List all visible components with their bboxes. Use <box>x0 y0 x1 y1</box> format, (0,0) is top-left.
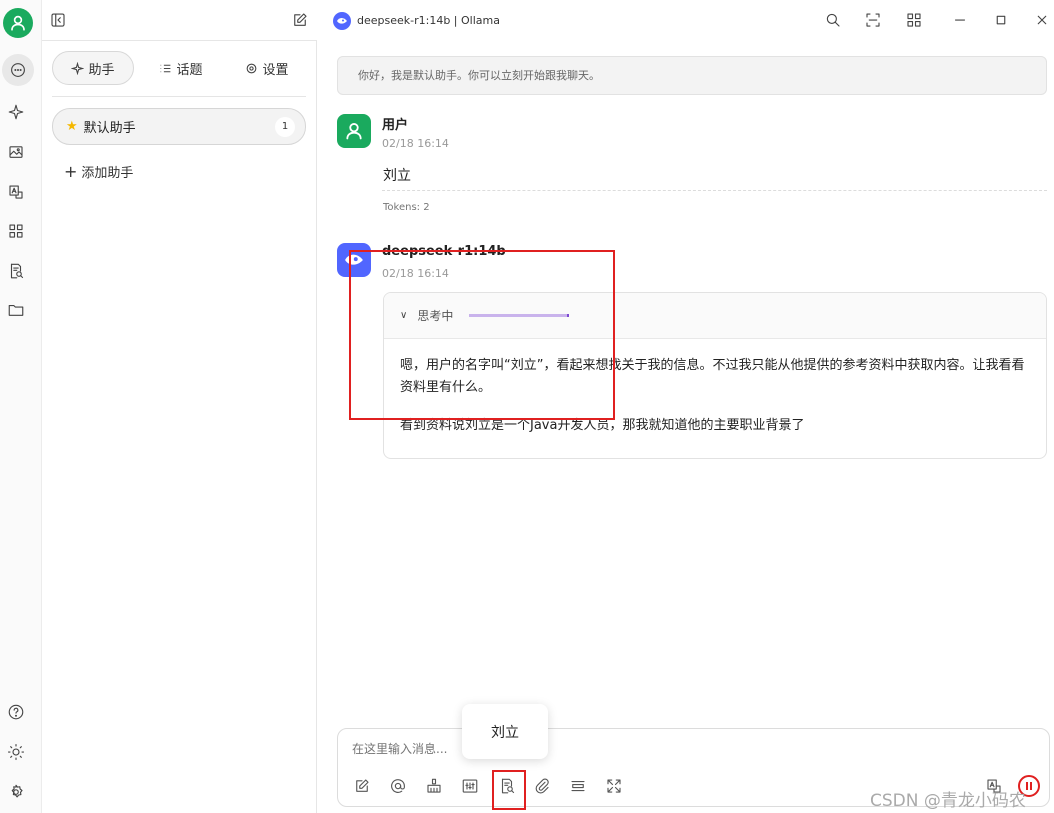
message-divider <box>382 190 1047 191</box>
maximize-icon[interactable] <box>989 8 1013 32</box>
new-chat-icon[interactable] <box>288 8 312 32</box>
apps-icon[interactable] <box>4 219 28 243</box>
help-icon[interactable] <box>4 700 28 724</box>
scan-icon[interactable] <box>861 8 885 32</box>
tab-label: 助手 <box>88 62 115 78</box>
list-icon <box>161 64 171 72</box>
left-rail <box>0 0 42 813</box>
clean-icon[interactable] <box>422 774 446 798</box>
title-bar: deepseek-r1:14b | Ollama <box>42 0 1054 40</box>
knowledge-search-icon[interactable] <box>4 259 28 283</box>
collapse-sidebar-icon[interactable] <box>46 8 70 32</box>
adjust-icon[interactable] <box>458 774 482 798</box>
tab-topics[interactable]: 话题 <box>150 51 212 85</box>
add-assistant-label: 添加助手 <box>81 166 134 181</box>
topic-count-badge: 1 <box>275 116 295 137</box>
tab-label: 设置 <box>262 62 289 78</box>
assistant-sidebar: 助手 话题 设置 ★ 默认助手 1 + 添加助手 <box>42 40 317 813</box>
tab-assistant[interactable]: 助手 <box>52 51 134 85</box>
sparkle-icon <box>71 61 85 75</box>
image-icon[interactable] <box>4 140 28 164</box>
token-count: Tokens: 2 <box>383 202 430 213</box>
tooltip-text: 刘立 <box>491 724 519 741</box>
model-logo <box>333 12 351 30</box>
annotation-highlight-box <box>349 250 615 420</box>
add-assistant-button[interactable]: + 添加助手 <box>64 162 133 181</box>
tooltip: 刘立 <box>462 704 548 759</box>
folder-icon[interactable] <box>4 298 28 322</box>
user-message-time: 02/18 16:14 <box>382 137 449 150</box>
settings-icon[interactable] <box>4 780 28 804</box>
sparkle-icon[interactable] <box>4 100 28 124</box>
tab-settings[interactable]: 设置 <box>232 51 302 85</box>
fullscreen-icon[interactable] <box>602 774 626 798</box>
layout-icon[interactable] <box>902 8 926 32</box>
user-message-text: 刘立 <box>383 168 411 184</box>
gear-icon <box>247 63 257 73</box>
window-title: deepseek-r1:14b | Ollama <box>357 14 500 27</box>
edit-icon[interactable] <box>350 774 374 798</box>
minimize-icon[interactable] <box>948 8 972 32</box>
theme-icon[interactable] <box>4 740 28 764</box>
user-message-avatar <box>337 114 371 148</box>
divider <box>52 96 306 97</box>
tab-label: 话题 <box>176 62 203 78</box>
assistant-item[interactable]: ★ 默认助手 1 <box>52 108 306 145</box>
plus-icon: + <box>64 161 78 181</box>
search-icon[interactable] <box>821 8 845 32</box>
expand-lines-icon[interactable] <box>566 774 590 798</box>
mention-icon[interactable] <box>386 774 410 798</box>
star-icon: ★ <box>66 119 78 134</box>
user-avatar[interactable] <box>3 8 33 38</box>
translate-icon[interactable] <box>4 180 28 204</box>
message-input[interactable] <box>352 739 852 759</box>
system-notice: 你好，我是默认助手。你可以立刻开始跟我聊天。 <box>337 56 1047 95</box>
user-name: 用户 <box>382 118 409 133</box>
attachment-icon[interactable] <box>530 774 554 798</box>
tool-highlight-box <box>492 770 526 810</box>
chat-icon[interactable] <box>2 54 34 86</box>
close-icon[interactable] <box>1030 8 1054 32</box>
watermark: CSDN @青龙小码农 <box>870 791 1026 811</box>
assistant-name: 默认助手 <box>83 121 136 136</box>
